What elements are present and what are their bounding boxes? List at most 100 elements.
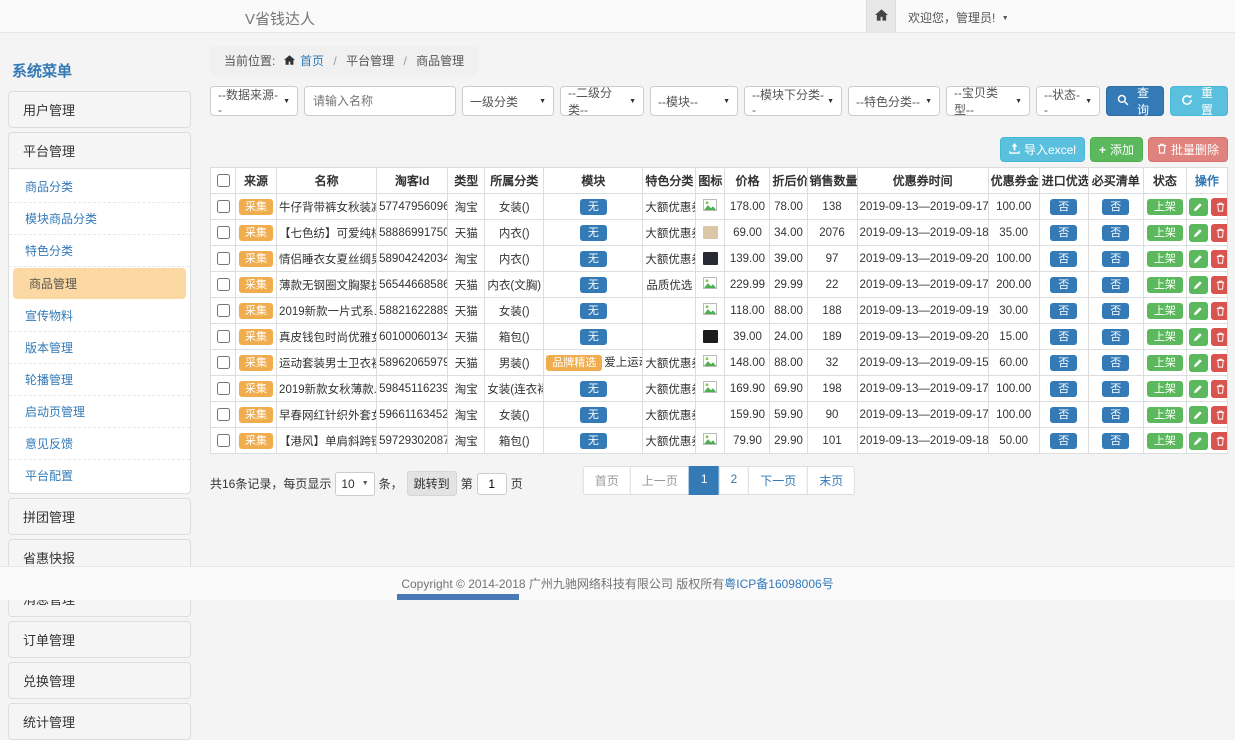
status-toggle-button[interactable]: 上架: [1147, 407, 1183, 423]
pager-button-2[interactable]: 2: [719, 466, 750, 495]
row-checkbox[interactable]: [217, 252, 230, 265]
status-toggle-button[interactable]: 上架: [1147, 381, 1183, 397]
add-button[interactable]: + 添加: [1090, 137, 1143, 162]
module-subcategory-select[interactable]: --模块下分类--▼: [744, 86, 842, 116]
pager-button-上一页[interactable]: 上一页: [630, 466, 690, 495]
sidebar-group-用户管理[interactable]: 用户管理: [8, 91, 191, 128]
must-buy-toggle-button[interactable]: 否: [1102, 433, 1129, 449]
status-toggle-button[interactable]: 上架: [1147, 199, 1183, 215]
edit-button[interactable]: [1189, 198, 1208, 216]
pager-button-首页[interactable]: 首页: [583, 466, 631, 495]
edit-button[interactable]: [1189, 432, 1208, 450]
edit-button[interactable]: [1189, 328, 1208, 346]
delete-button[interactable]: [1211, 198, 1228, 216]
search-button[interactable]: 查询: [1106, 86, 1164, 116]
pager-button-末页[interactable]: 末页: [807, 466, 855, 495]
pager-button-下一页[interactable]: 下一页: [748, 466, 808, 495]
sidebar-group-订单管理[interactable]: 订单管理: [8, 621, 191, 658]
import-excel-button[interactable]: 导入excel: [1000, 137, 1085, 162]
icp-link[interactable]: 粤ICP备16098006号: [724, 575, 833, 592]
sidebar-item-商品管理[interactable]: 商品管理: [13, 268, 186, 299]
delete-button[interactable]: [1211, 224, 1228, 242]
delete-button[interactable]: [1211, 432, 1228, 450]
sidebar-item-意见反馈[interactable]: 意见反馈: [9, 428, 190, 460]
must-buy-toggle-button[interactable]: 否: [1102, 251, 1129, 267]
row-checkbox[interactable]: [217, 278, 230, 291]
jump-page-input[interactable]: [477, 473, 507, 495]
must-buy-toggle-button[interactable]: 否: [1102, 329, 1129, 345]
row-checkbox[interactable]: [217, 382, 230, 395]
sidebar-item-模块商品分类[interactable]: 模块商品分类: [9, 203, 190, 235]
edit-button[interactable]: [1189, 276, 1208, 294]
must-buy-toggle-button[interactable]: 否: [1102, 407, 1129, 423]
sidebar-item-平台配置[interactable]: 平台配置: [9, 460, 190, 491]
delete-button[interactable]: [1211, 276, 1228, 294]
level1-category-select[interactable]: 一级分类▼: [462, 86, 554, 116]
delete-button[interactable]: [1211, 250, 1228, 268]
delete-button[interactable]: [1211, 354, 1228, 372]
sidebar-item-特色分类[interactable]: 特色分类: [9, 235, 190, 267]
jump-button[interactable]: 跳转到: [407, 471, 457, 496]
row-checkbox[interactable]: [217, 356, 230, 369]
import-toggle-button[interactable]: 否: [1050, 303, 1077, 319]
must-buy-toggle-button[interactable]: 否: [1102, 381, 1129, 397]
import-toggle-button[interactable]: 否: [1050, 381, 1077, 397]
row-checkbox[interactable]: [217, 408, 230, 421]
module-select[interactable]: --模块--▼: [650, 86, 738, 116]
status-toggle-button[interactable]: 上架: [1147, 329, 1183, 345]
row-checkbox[interactable]: [217, 304, 230, 317]
batch-delete-button[interactable]: 批量删除: [1148, 137, 1228, 162]
row-checkbox[interactable]: [217, 226, 230, 239]
status-toggle-button[interactable]: 上架: [1147, 355, 1183, 371]
name-search-input[interactable]: [304, 86, 456, 116]
status-toggle-button[interactable]: 上架: [1147, 251, 1183, 267]
feature-category-select[interactable]: --特色分类--▼: [848, 86, 940, 116]
pager-button-1[interactable]: 1: [689, 466, 720, 495]
edit-button[interactable]: [1189, 302, 1208, 320]
sidebar-group-兑换管理[interactable]: 兑换管理: [8, 662, 191, 699]
import-toggle-button[interactable]: 否: [1050, 277, 1077, 293]
import-toggle-button[interactable]: 否: [1050, 355, 1077, 371]
must-buy-toggle-button[interactable]: 否: [1102, 355, 1129, 371]
sidebar-group-拼团管理[interactable]: 拼团管理: [8, 498, 191, 535]
status-toggle-button[interactable]: 上架: [1147, 225, 1183, 241]
edit-button[interactable]: [1189, 406, 1208, 424]
row-checkbox[interactable]: [217, 330, 230, 343]
sidebar-group-平台管理[interactable]: 平台管理: [8, 132, 191, 169]
sidebar-group-统计管理[interactable]: 统计管理: [8, 703, 191, 740]
import-toggle-button[interactable]: 否: [1050, 433, 1077, 449]
reset-button[interactable]: 重置: [1170, 86, 1228, 116]
sidebar-item-版本管理[interactable]: 版本管理: [9, 332, 190, 364]
edit-button[interactable]: [1189, 224, 1208, 242]
breadcrumb-home-link[interactable]: 首页: [300, 54, 324, 68]
import-toggle-button[interactable]: 否: [1050, 225, 1077, 241]
sidebar-item-商品分类[interactable]: 商品分类: [9, 171, 190, 203]
must-buy-toggle-button[interactable]: 否: [1102, 303, 1129, 319]
status-select[interactable]: --状态--▼: [1036, 86, 1100, 116]
must-buy-toggle-button[interactable]: 否: [1102, 225, 1129, 241]
must-buy-toggle-button[interactable]: 否: [1102, 199, 1129, 215]
sidebar-item-宣传物料[interactable]: 宣传物料: [9, 300, 190, 332]
sidebar-item-轮播管理[interactable]: 轮播管理: [9, 364, 190, 396]
status-toggle-button[interactable]: 上架: [1147, 277, 1183, 293]
delete-button[interactable]: [1211, 406, 1228, 424]
import-toggle-button[interactable]: 否: [1050, 407, 1077, 423]
data-source-select[interactable]: --数据来源--▼: [210, 86, 298, 116]
delete-button[interactable]: [1211, 328, 1228, 346]
delete-button[interactable]: [1211, 380, 1228, 398]
import-toggle-button[interactable]: 否: [1050, 251, 1077, 267]
item-type-select[interactable]: --宝贝类型--▼: [946, 86, 1030, 116]
edit-button[interactable]: [1189, 380, 1208, 398]
edit-button[interactable]: [1189, 250, 1208, 268]
status-toggle-button[interactable]: 上架: [1147, 303, 1183, 319]
import-toggle-button[interactable]: 否: [1050, 199, 1077, 215]
select-all-checkbox[interactable]: [217, 174, 230, 187]
import-toggle-button[interactable]: 否: [1050, 329, 1077, 345]
edit-button[interactable]: [1189, 354, 1208, 372]
user-menu[interactable]: 欢迎您，管理员! ▼: [908, 9, 1009, 26]
home-button[interactable]: [866, 0, 896, 32]
row-checkbox[interactable]: [217, 200, 230, 213]
must-buy-toggle-button[interactable]: 否: [1102, 277, 1129, 293]
page-size-select[interactable]: 10 ▼: [335, 472, 374, 496]
row-checkbox[interactable]: [217, 434, 230, 447]
